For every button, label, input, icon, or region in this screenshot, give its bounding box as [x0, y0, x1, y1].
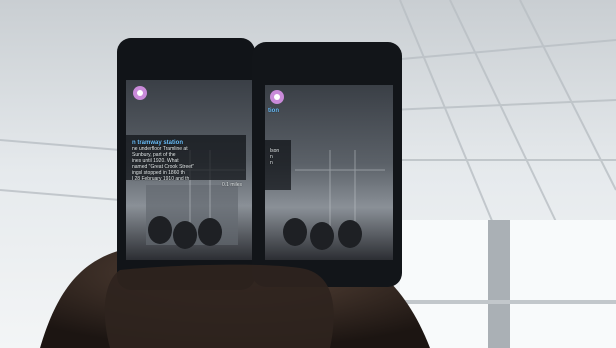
photo-svg [0, 0, 616, 348]
ar-marker-icon [270, 90, 284, 104]
left-overlay-footer: 0.1 miles [221, 182, 242, 188]
background-windows [400, 220, 616, 348]
scene: n tramway station ne underfloor Tramline… [0, 0, 616, 348]
right-phone-overlay-body: lson n n [270, 148, 300, 166]
hand-fingers [104, 264, 334, 348]
ar-marker-icon [133, 86, 147, 100]
left-phone-overlay: n tramway station ne underfloor Tramline… [132, 140, 242, 188]
right-phone-overlay: tion [268, 108, 298, 114]
right-overlay-line: n [270, 160, 273, 166]
right-overlay-title: tion [268, 108, 279, 114]
